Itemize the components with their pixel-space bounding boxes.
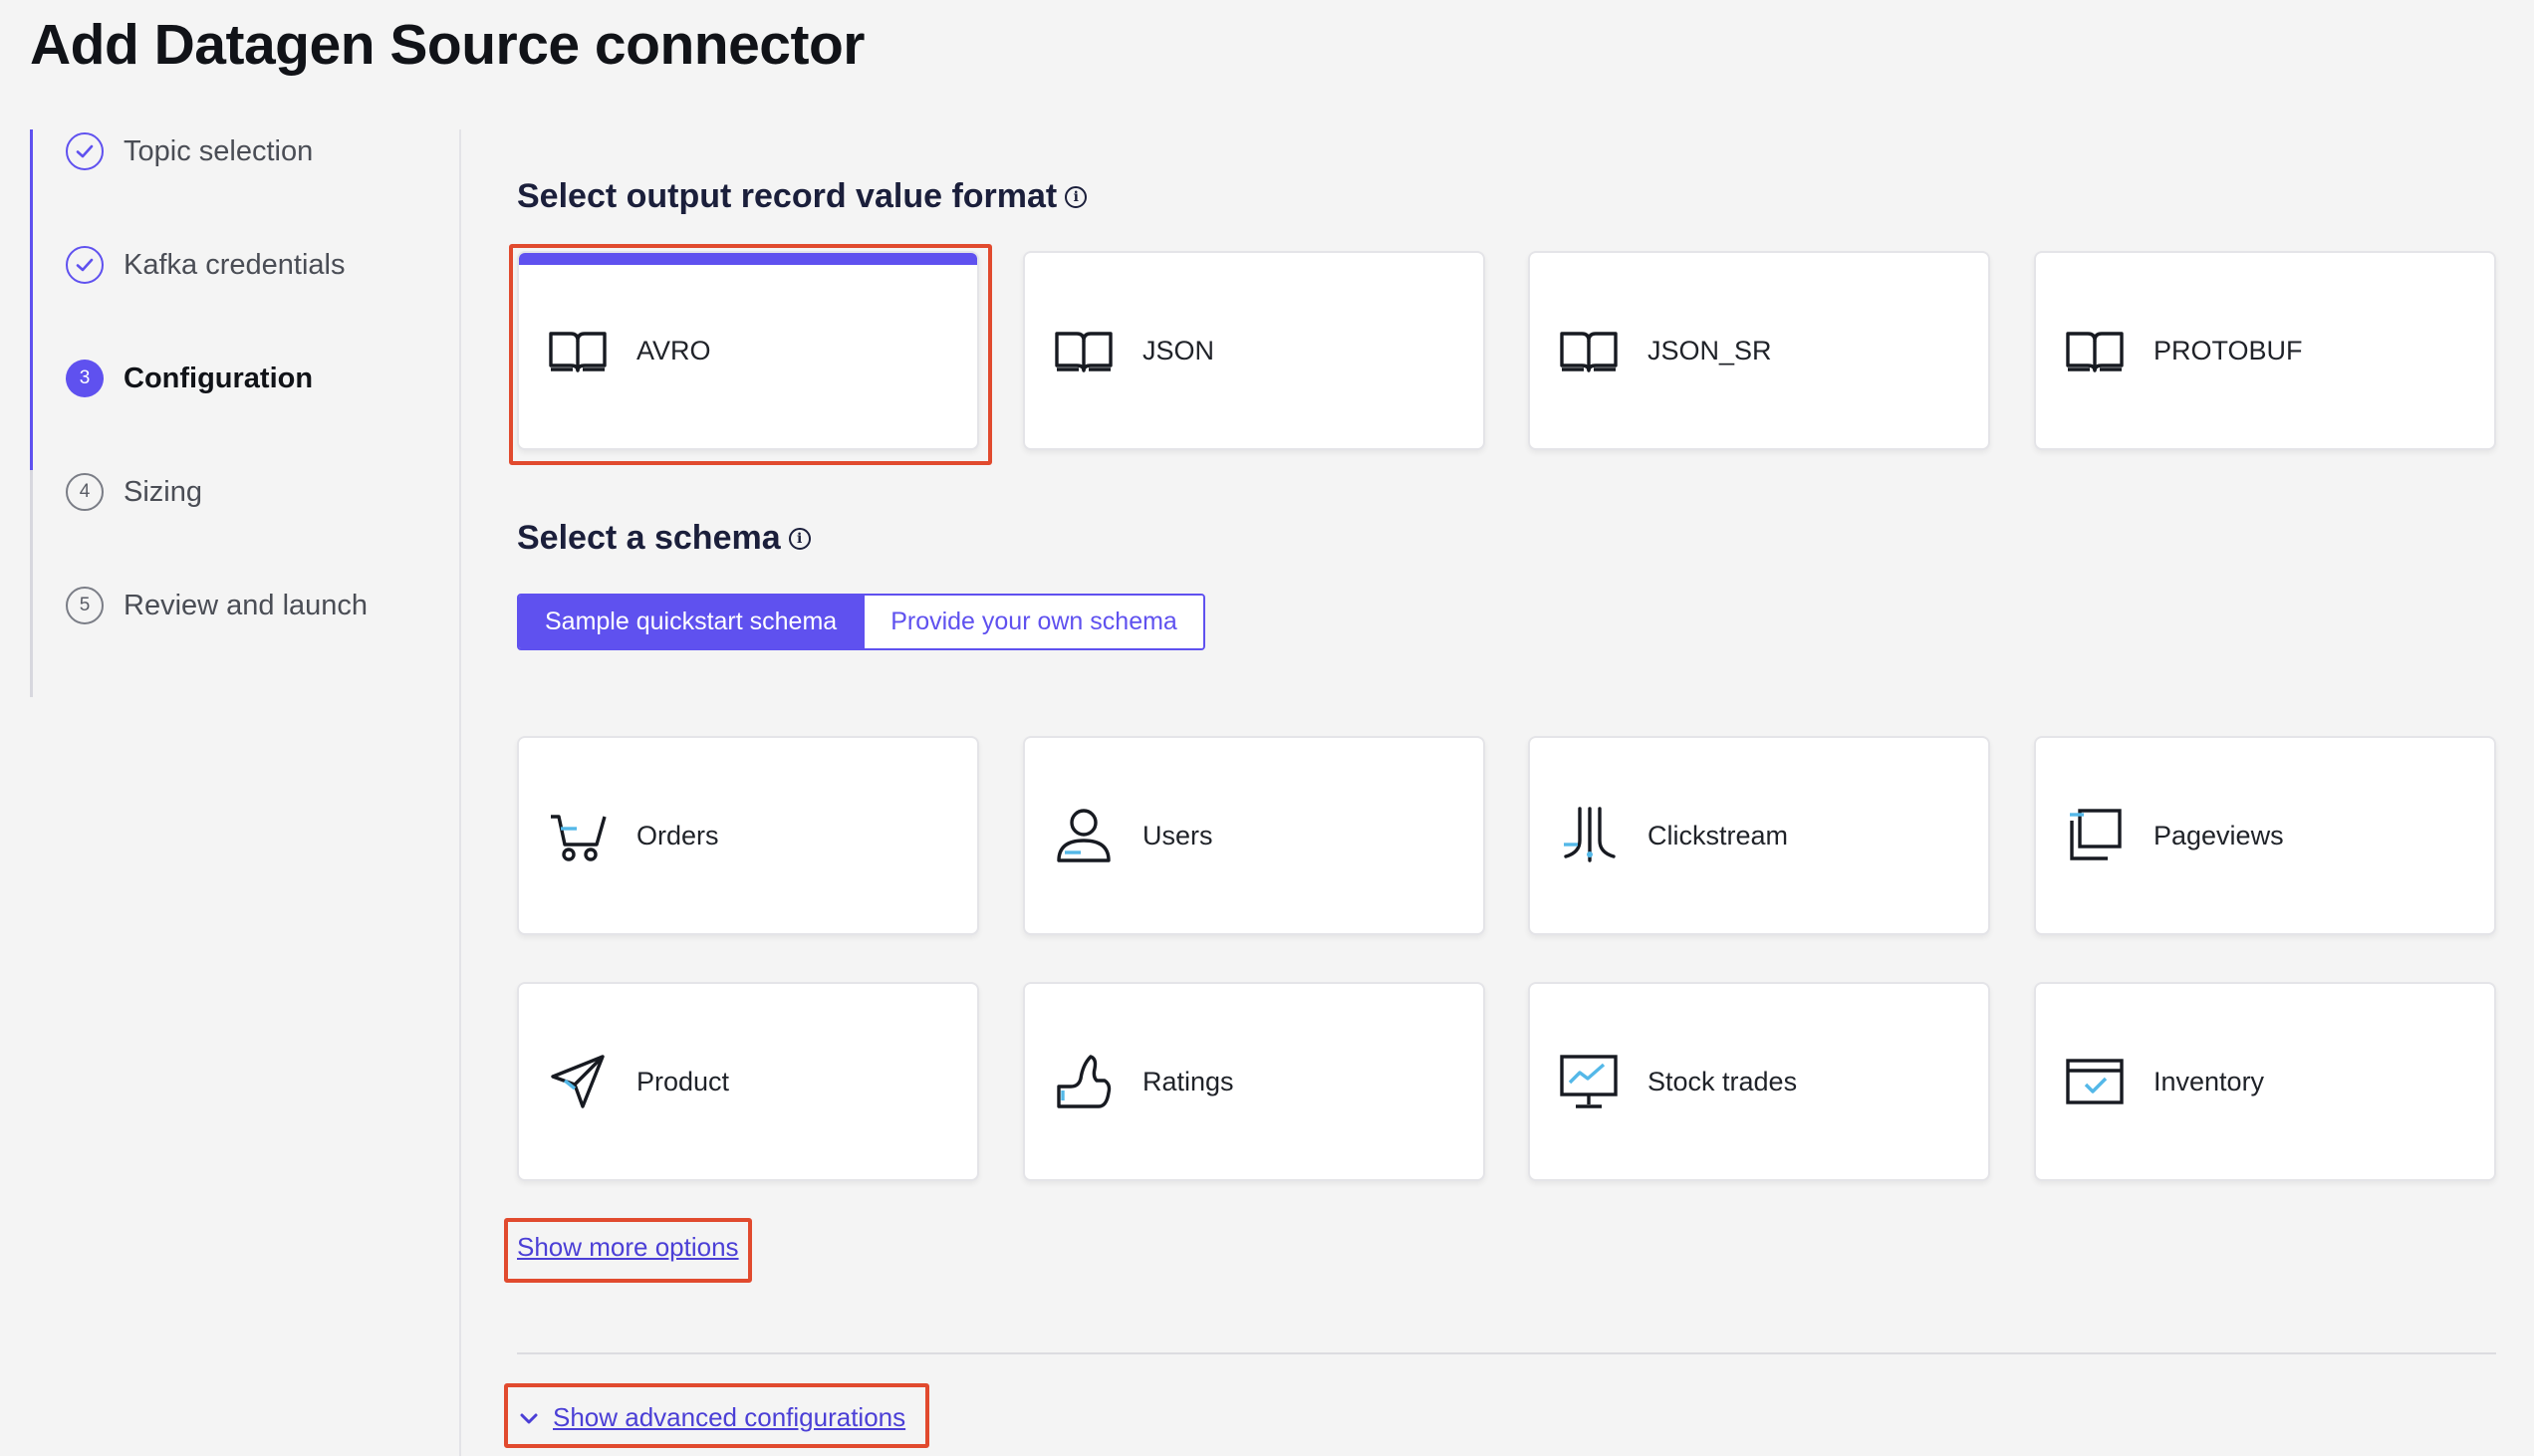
info-icon[interactable]: i <box>1065 185 1088 208</box>
step-topic-selection[interactable]: Topic selection <box>30 129 428 243</box>
step-configuration[interactable]: 3 Configuration <box>30 357 428 470</box>
step-kafka-credentials[interactable]: Kafka credentials <box>30 243 428 357</box>
schema-option-inventory[interactable]: Inventory <box>2034 982 2496 1181</box>
step-number-badge: 5 <box>66 587 104 624</box>
book-icon <box>1560 332 1618 372</box>
wizard-stepper: Topic selection Kafka credentials 3 Conf… <box>30 129 428 697</box>
format-section-title: Select output record value format i <box>517 177 1088 216</box>
step-sizing[interactable]: 4 Sizing <box>30 470 428 584</box>
step-progress-bar <box>30 584 33 697</box>
cart-icon <box>551 815 607 861</box>
pageviews-icon <box>2070 809 2122 860</box>
book-icon <box>549 332 607 372</box>
format-option-protobuf[interactable]: PROTOBUF <box>2034 251 2496 450</box>
format-option-label: AVRO <box>636 335 711 365</box>
schema-option-product[interactable]: Product <box>517 982 979 1181</box>
format-option-label: JSON <box>1142 335 1215 365</box>
step-label: Configuration <box>124 363 314 394</box>
schema-option-label: Product <box>636 1066 730 1096</box>
step-label: Sizing <box>124 476 202 508</box>
user-icon <box>1057 809 1111 862</box>
check-circle-icon <box>66 132 104 170</box>
schema-option-label: Clickstream <box>1647 820 1789 850</box>
stock-monitor-icon <box>1560 1055 1618 1108</box>
show-advanced-configurations-link[interactable]: Show advanced configurations <box>553 1402 905 1433</box>
schema-source-toggle: Sample quickstart schema Provide your ow… <box>517 594 1205 650</box>
book-icon <box>2066 332 2124 372</box>
step-number-badge: 4 <box>66 473 104 511</box>
format-option-avro[interactable]: AVRO <box>517 251 979 450</box>
step-progress-bar <box>30 129 33 243</box>
format-option-json-sr[interactable]: JSON_SR <box>1528 251 1990 450</box>
step-review-and-launch[interactable]: 5 Review and launch <box>30 584 428 697</box>
sample-quickstart-schema-button[interactable]: Sample quickstart schema <box>519 596 864 648</box>
schema-section-title: Select a schema i <box>517 519 811 558</box>
schema-option-pageviews[interactable]: Pageviews <box>2034 736 2496 935</box>
format-option-json[interactable]: JSON <box>1023 251 1485 450</box>
schema-option-label: Pageviews <box>2154 820 2284 850</box>
info-icon[interactable]: i <box>788 527 811 550</box>
sidebar-divider <box>459 129 461 1456</box>
provide-own-schema-button[interactable]: Provide your own schema <box>863 596 1203 648</box>
schema-option-label: Users <box>1142 820 1213 850</box>
schema-option-orders[interactable]: Orders <box>517 736 979 935</box>
step-label: Review and launch <box>124 590 369 621</box>
page: Add Datagen Source connector Topic selec… <box>0 0 2534 1456</box>
format-section-title-text: Select output record value format <box>517 177 1058 215</box>
section-divider <box>517 1352 2496 1354</box>
schema-option-label: Orders <box>636 820 719 850</box>
show-more-options-link[interactable]: Show more options <box>517 1232 739 1263</box>
ratings-icon <box>1057 1055 1112 1108</box>
inventory-icon <box>2066 1059 2124 1104</box>
advanced-config-toggle[interactable]: Show advanced configurations <box>517 1402 905 1433</box>
page-title: Add Datagen Source connector <box>30 13 865 77</box>
check-circle-icon <box>66 246 104 284</box>
schema-option-label: Stock trades <box>1647 1066 1798 1096</box>
schema-option-clickstream[interactable]: Clickstream <box>1528 736 1990 935</box>
schema-option-label: Inventory <box>2154 1066 2265 1096</box>
send-icon <box>551 1055 605 1108</box>
chevron-down-icon <box>520 1413 538 1423</box>
schema-section-title-text: Select a schema <box>517 519 781 557</box>
clickstream-icon <box>1564 807 1616 862</box>
step-number-badge: 3 <box>66 360 104 397</box>
schema-option-users[interactable]: Users <box>1023 736 1485 935</box>
schema-option-stock-trades[interactable]: Stock trades <box>1528 982 1990 1181</box>
step-label: Topic selection <box>124 135 314 167</box>
step-progress-bar <box>30 243 33 357</box>
book-icon <box>1055 332 1113 372</box>
schema-option-label: Ratings <box>1142 1066 1234 1096</box>
format-option-label: PROTOBUF <box>2154 335 2303 365</box>
step-progress-bar <box>30 470 33 584</box>
schema-option-ratings[interactable]: Ratings <box>1023 982 1485 1181</box>
format-option-label: JSON_SR <box>1647 335 1772 365</box>
step-label: Kafka credentials <box>124 249 346 281</box>
step-progress-bar <box>30 357 33 470</box>
